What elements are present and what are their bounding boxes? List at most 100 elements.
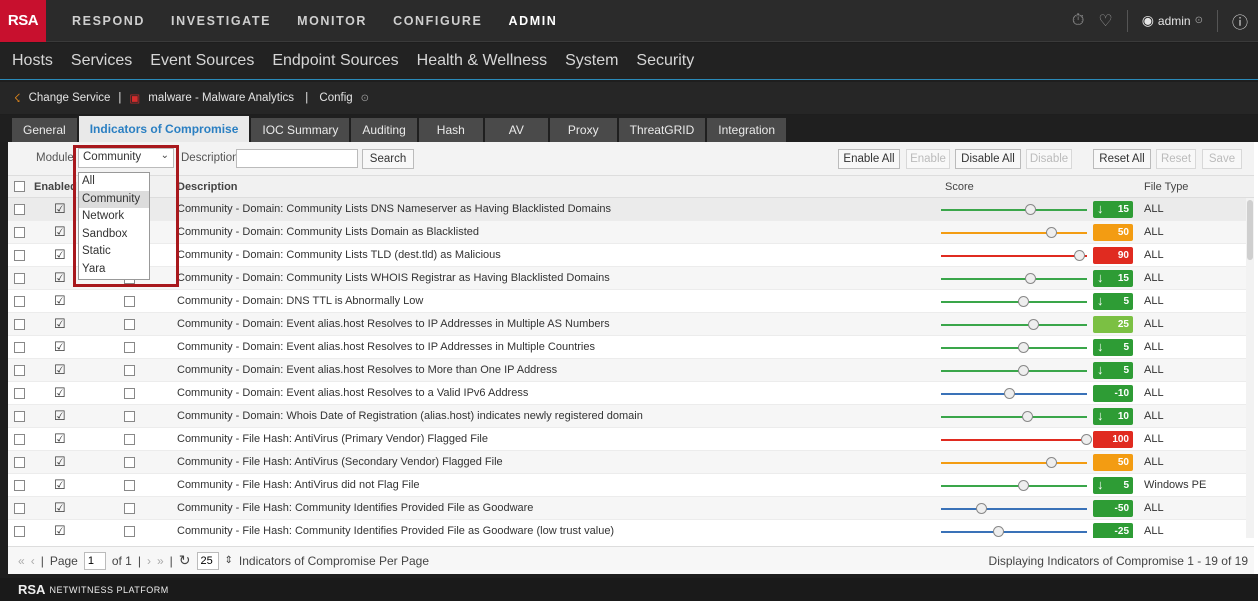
- subnav-event-sources[interactable]: Event Sources: [150, 52, 254, 70]
- per-page-input[interactable]: [196, 551, 219, 570]
- enabled-checkbox[interactable]: ☑: [54, 500, 66, 516]
- enabled-checkbox[interactable]: ☑: [54, 408, 66, 424]
- enabled-checkbox[interactable]: ☑: [54, 362, 66, 378]
- score-slider[interactable]: [941, 296, 1087, 307]
- scrollbar-thumb[interactable]: [1247, 200, 1253, 260]
- description-input[interactable]: [236, 149, 358, 168]
- score-slider[interactable]: [941, 411, 1087, 422]
- tab-proxy[interactable]: Proxy: [549, 118, 617, 142]
- option-checkbox[interactable]: [124, 434, 135, 445]
- row-select-checkbox[interactable]: [14, 227, 25, 238]
- table-row[interactable]: ☑ Community - Domain: Community Lists Dom…: [8, 221, 1246, 244]
- slider-handle[interactable]: [1018, 480, 1029, 491]
- column-enabled[interactable]: Enabled: [34, 181, 77, 193]
- table-row[interactable]: ☑ Community - File Hash: AntiVirus (Prima…: [8, 428, 1246, 451]
- last-page-icon[interactable]: »: [157, 554, 164, 568]
- nav-monitor[interactable]: MONITOR: [297, 14, 367, 28]
- row-select-checkbox[interactable]: [14, 204, 25, 215]
- slider-handle[interactable]: [1028, 319, 1039, 330]
- tab-auditing[interactable]: Auditing: [351, 118, 417, 142]
- row-select-checkbox[interactable]: [14, 526, 25, 537]
- enabled-checkbox[interactable]: ☑: [54, 431, 66, 447]
- slider-handle[interactable]: [1025, 273, 1036, 284]
- score-slider[interactable]: [941, 434, 1092, 445]
- help-icon[interactable]: ⓘ: [1232, 9, 1248, 33]
- nav-respond[interactable]: RESPOND: [72, 14, 145, 28]
- subnav-endpoint-sources[interactable]: Endpoint Sources: [272, 52, 398, 70]
- table-row[interactable]: ☑ Community - Domain: Whois Date of Regis…: [8, 405, 1246, 428]
- score-slider[interactable]: [941, 388, 1087, 399]
- reset-all-button[interactable]: Reset All: [1093, 149, 1151, 169]
- disable-button[interactable]: Disable: [1026, 149, 1072, 169]
- tab-integration[interactable]: Integration: [707, 118, 787, 142]
- chevron-down-icon[interactable]: ⊙: [361, 93, 369, 104]
- select-all-checkbox[interactable]: [14, 181, 25, 192]
- enabled-checkbox[interactable]: ☑: [54, 270, 66, 286]
- slider-handle[interactable]: [1018, 296, 1029, 307]
- tab-general[interactable]: General: [12, 118, 77, 142]
- option-checkbox[interactable]: [124, 388, 135, 399]
- enable-all-button[interactable]: Enable All: [838, 149, 900, 169]
- row-select-checkbox[interactable]: [14, 480, 25, 491]
- next-page-icon[interactable]: ›: [147, 554, 151, 568]
- tab-threatgrid[interactable]: ThreatGRID: [618, 118, 706, 142]
- score-slider[interactable]: [941, 227, 1087, 238]
- row-select-checkbox[interactable]: [14, 411, 25, 422]
- prev-page-icon[interactable]: ‹: [31, 554, 35, 568]
- config-menu[interactable]: Config: [319, 92, 352, 104]
- save-button[interactable]: Save: [1202, 149, 1242, 169]
- row-select-checkbox[interactable]: [14, 503, 25, 514]
- row-select-checkbox[interactable]: [14, 365, 25, 376]
- table-row[interactable]: ☑ Community - File Hash: Community Identi…: [8, 497, 1246, 520]
- table-row[interactable]: ☑ Community - Domain: Event alias.host Re…: [8, 382, 1246, 405]
- option-checkbox[interactable]: [124, 365, 135, 376]
- table-row[interactable]: ☑ Community - Domain: Event alias.host Re…: [8, 313, 1246, 336]
- table-row[interactable]: ☑ Community - File Hash: AntiVirus (Secon…: [8, 451, 1246, 474]
- row-select-checkbox[interactable]: [14, 319, 25, 330]
- slider-handle[interactable]: [1022, 411, 1033, 422]
- row-select-checkbox[interactable]: [14, 296, 25, 307]
- disable-all-button[interactable]: Disable All: [955, 149, 1021, 169]
- row-select-checkbox[interactable]: [14, 250, 25, 261]
- option-checkbox[interactable]: [124, 411, 135, 422]
- option-checkbox[interactable]: [124, 503, 135, 514]
- enabled-checkbox[interactable]: ☑: [54, 385, 66, 401]
- subnav-health-wellness[interactable]: Health & Wellness: [417, 52, 547, 70]
- score-slider[interactable]: [941, 250, 1087, 261]
- option-checkbox[interactable]: [124, 457, 135, 468]
- slider-handle[interactable]: [1046, 457, 1057, 468]
- tab-av[interactable]: AV: [484, 118, 548, 142]
- reset-button[interactable]: Reset: [1156, 149, 1196, 169]
- row-select-checkbox[interactable]: [14, 342, 25, 353]
- table-row[interactable]: ☑ Community - File Hash: AntiVirus did no…: [8, 474, 1246, 497]
- table-row[interactable]: ☑ Community - File Hash: Community Identi…: [8, 520, 1246, 538]
- table-row[interactable]: ☑ Community - Domain: DNS TTL is Abnormal…: [8, 290, 1246, 313]
- table-row[interactable]: ☑ Community - Domain: Community Lists DNS…: [8, 198, 1246, 221]
- subnav-hosts[interactable]: Hosts: [12, 52, 53, 70]
- score-slider[interactable]: [941, 526, 1087, 537]
- column-file-type[interactable]: File Type: [1144, 181, 1188, 193]
- search-button[interactable]: Search: [362, 149, 414, 169]
- tab-ioc-summary[interactable]: IOC Summary: [251, 118, 350, 142]
- column-description[interactable]: Description: [177, 181, 238, 193]
- table-row[interactable]: ☑ Community - Domain: Community Lists TLD…: [8, 244, 1246, 267]
- enabled-checkbox[interactable]: ☑: [54, 454, 66, 470]
- nav-investigate[interactable]: INVESTIGATE: [171, 14, 271, 28]
- tab-hash[interactable]: Hash: [418, 118, 483, 142]
- stopwatch-icon[interactable]: ⏱: [1072, 12, 1084, 30]
- per-page-spinner-icon[interactable]: ⇕: [225, 555, 233, 566]
- bell-icon[interactable]: ♡: [1098, 11, 1112, 31]
- table-row[interactable]: ☑ Community - Domain: Event alias.host Re…: [8, 336, 1246, 359]
- subnav-system[interactable]: System: [565, 52, 618, 70]
- enabled-checkbox[interactable]: ☑: [54, 201, 66, 217]
- slider-handle[interactable]: [1004, 388, 1015, 399]
- subnav-services[interactable]: Services: [71, 52, 132, 70]
- vertical-scrollbar[interactable]: [1246, 198, 1254, 538]
- enabled-checkbox[interactable]: ☑: [54, 339, 66, 355]
- row-select-checkbox[interactable]: [14, 273, 25, 284]
- score-slider[interactable]: [941, 365, 1087, 376]
- enable-button[interactable]: Enable: [906, 149, 950, 169]
- tab-indicators-of-compromise[interactable]: Indicators of Compromise: [78, 116, 250, 142]
- table-row[interactable]: ☑ Community - Domain: Event alias.host Re…: [8, 359, 1246, 382]
- score-slider[interactable]: [941, 503, 1087, 514]
